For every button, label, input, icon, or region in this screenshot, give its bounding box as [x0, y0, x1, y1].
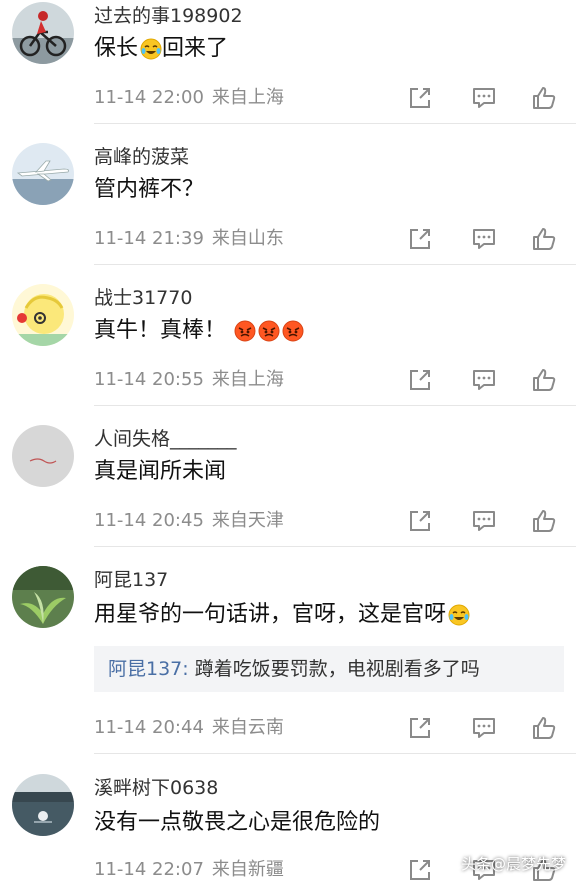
comment-date: 11-14 20:44: [94, 717, 204, 738]
avatar[interactable]: [12, 143, 74, 205]
comment-actions: [406, 225, 566, 255]
angry-emoji-icon: [282, 320, 304, 342]
comment-meta: 11-14 22:00 来自上海: [94, 86, 284, 110]
comment-location: 来自天津: [211, 510, 284, 531]
comment-actions: [406, 507, 566, 537]
divider: [94, 405, 576, 406]
comment-text-part: 真牛！真棒！: [94, 318, 227, 343]
comment-text-part: 回来了: [162, 36, 229, 61]
comment-icon[interactable]: [470, 366, 500, 396]
divider: [94, 264, 576, 265]
comment-meta: 11-14 20:45 来自天津: [94, 509, 284, 533]
comment-item: 阿昆137 用星爷的一句话讲，官呀，这是官呀 阿昆137: 蹲着吃饭要罚款，电视…: [0, 564, 576, 754]
comment-location: 来自上海: [211, 87, 284, 108]
share-icon[interactable]: [406, 507, 436, 537]
comment-location: 来自新疆: [211, 859, 284, 880]
comment-date: 11-14 22:07: [94, 859, 204, 880]
angry-emoji-icon: [234, 320, 256, 342]
airplane-avatar-image: [12, 143, 74, 205]
comment-date: 11-14 22:00: [94, 87, 204, 108]
gray-avatar-image: [12, 425, 74, 487]
thumbs-up-icon[interactable]: [530, 366, 560, 396]
comment-meta: 11-14 20:44 来自云南: [94, 716, 284, 740]
comment-text: 管内裤不？: [94, 175, 204, 205]
comment-meta: 11-14 21:39 来自山东: [94, 227, 284, 251]
lake-avatar-image: [12, 774, 74, 836]
share-icon[interactable]: [406, 856, 436, 886]
share-icon[interactable]: [406, 225, 436, 255]
divider: [94, 753, 576, 754]
laugh-cry-emoji-icon: [448, 604, 470, 626]
comment-item: 过去的事198902 保长 回来了 11-14 22:00 来自上海: [0, 0, 576, 124]
thumbs-up-icon[interactable]: [530, 714, 560, 744]
plant-avatar-image: [12, 566, 74, 628]
avatar[interactable]: [12, 566, 74, 628]
avatar[interactable]: [12, 425, 74, 487]
cartoon-avatar-image: [12, 284, 74, 346]
thumbs-up-icon[interactable]: [530, 507, 560, 537]
comment-text: 真牛！真棒！: [94, 316, 304, 346]
username[interactable]: 战士31770: [94, 286, 192, 310]
watermark: 头条@晨梦先梦: [460, 855, 566, 873]
comment-location: 来自云南: [211, 717, 284, 738]
reply-preview[interactable]: 阿昆137: 蹲着吃饭要罚款，电视剧看多了吗: [94, 646, 564, 692]
comment-text-part: 真是闻所未闻: [94, 459, 227, 484]
comment-icon[interactable]: [470, 507, 500, 537]
comment-icon[interactable]: [470, 714, 500, 744]
comment-text-part: 保长: [94, 36, 139, 61]
comment-text: 没有一点敬畏之心是很危险的: [94, 808, 380, 838]
username[interactable]: 溪畔树下0638: [94, 776, 218, 800]
divider: [94, 123, 576, 124]
comment-actions: [406, 714, 566, 744]
comment-text-part: 没有一点敬畏之心是很危险的: [94, 810, 381, 835]
thumbs-up-icon[interactable]: [530, 84, 560, 114]
comment-item: 战士31770 真牛！真棒！ 11-14 20:55 来自上海: [0, 282, 576, 406]
comment-text: 保长 回来了: [94, 34, 228, 64]
comment-date: 11-14 21:39: [94, 228, 204, 249]
comment-item: 人间失格_______ 真是闻所未闻 11-14 20:45 来自天津: [0, 423, 576, 547]
share-icon[interactable]: [406, 714, 436, 744]
comment-text-part: 用星爷的一句话讲，官呀，这是官呀: [94, 602, 447, 627]
angry-emoji-icon: [258, 320, 280, 342]
comment-item: 高峰的菠菜 管内裤不？ 11-14 21:39 来自山东: [0, 141, 576, 265]
divider: [94, 546, 576, 547]
comment-text: 用星爷的一句话讲，官呀，这是官呀: [94, 600, 470, 630]
share-icon[interactable]: [406, 366, 436, 396]
share-icon[interactable]: [406, 84, 436, 114]
username[interactable]: 高峰的菠菜: [94, 145, 189, 169]
comment-meta: 11-14 20:55 来自上海: [94, 368, 284, 392]
comment-date: 11-14 20:45: [94, 510, 204, 531]
comment-location: 来自山东: [211, 228, 284, 249]
avatar[interactable]: [12, 2, 74, 64]
comment-location: 来自上海: [211, 369, 284, 390]
reply-username[interactable]: 阿昆137:: [108, 658, 189, 680]
comment-text: 真是闻所未闻: [94, 457, 226, 487]
reply-text: 蹲着吃饭要罚款，电视剧看多了吗: [188, 658, 480, 680]
comment-meta: 11-14 22:07 来自新疆: [94, 858, 284, 882]
username[interactable]: 阿昆137: [94, 568, 168, 592]
comment-date: 11-14 20:55: [94, 369, 204, 390]
comment-actions: [406, 84, 566, 114]
comment-actions: [406, 366, 566, 396]
thumbs-up-icon[interactable]: [530, 225, 560, 255]
comment-icon[interactable]: [470, 84, 500, 114]
comment-text-part: 管内裤不？: [94, 177, 205, 202]
avatar[interactable]: [12, 774, 74, 836]
cyclist-avatar-image: [12, 2, 74, 64]
avatar[interactable]: [12, 284, 74, 346]
username[interactable]: 过去的事198902: [94, 4, 243, 28]
username[interactable]: 人间失格_______: [94, 427, 237, 451]
laugh-cry-emoji-icon: [140, 38, 162, 60]
comment-icon[interactable]: [470, 225, 500, 255]
